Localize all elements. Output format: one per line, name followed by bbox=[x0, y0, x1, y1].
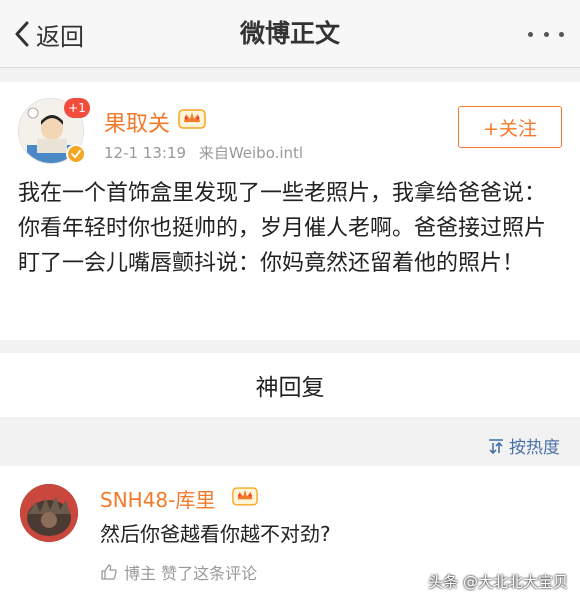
sort-icon bbox=[489, 438, 503, 454]
watermark: 头条 @大北北大宝贝 bbox=[428, 573, 568, 591]
commenter-avatar[interactable] bbox=[20, 484, 78, 542]
commenter-name[interactable]: SNH48-库里 bbox=[100, 484, 215, 513]
post-body: 我在一个首饰盒里发现了一些老照片，我拿给爸爸说：你看年轻时你也挺帅的，岁月催人老… bbox=[18, 181, 547, 276]
post-timestamp: 12-1 13:19 bbox=[104, 144, 187, 162]
verified-badge-icon bbox=[66, 144, 86, 164]
navigation-bar: 返回 微博正文 bbox=[0, 0, 580, 68]
comment-text: 然后你爸越看你越不对劲? bbox=[100, 522, 331, 546]
author-avatar-wrapper[interactable]: +1 bbox=[18, 98, 90, 168]
notification-badge: +1 bbox=[64, 98, 90, 118]
sort-bar: 按热度 bbox=[0, 425, 580, 465]
liked-by-label: 博主 赞了这条评论 bbox=[124, 564, 258, 583]
page-title: 微博正文 bbox=[239, 19, 340, 48]
section-title: 神回复 bbox=[0, 353, 580, 417]
sort-label: 按热度 bbox=[509, 438, 560, 458]
author-name[interactable]: 果取关 bbox=[104, 106, 170, 138]
vip-crown-icon bbox=[178, 109, 206, 129]
follow-button[interactable]: +关注 bbox=[458, 106, 562, 148]
commenter-avatar-illustration bbox=[20, 484, 78, 542]
sort-by-hot-button[interactable]: 按热度 bbox=[487, 433, 560, 458]
vip-crown-icon bbox=[232, 487, 258, 506]
more-horizontal-icon[interactable] bbox=[528, 26, 564, 42]
thumbs-up-icon bbox=[101, 564, 117, 580]
author-liked-indicator: 博主 赞了这条评论 bbox=[100, 560, 257, 584]
post-meta: 12-1 13:19 来自Weibo.intl bbox=[104, 142, 303, 163]
post-source: 来自Weibo.intl bbox=[198, 144, 304, 162]
post-card: +1 果取关 12-1 13:19 来自Weibo.intl +关注 我在一个首… bbox=[0, 82, 580, 340]
